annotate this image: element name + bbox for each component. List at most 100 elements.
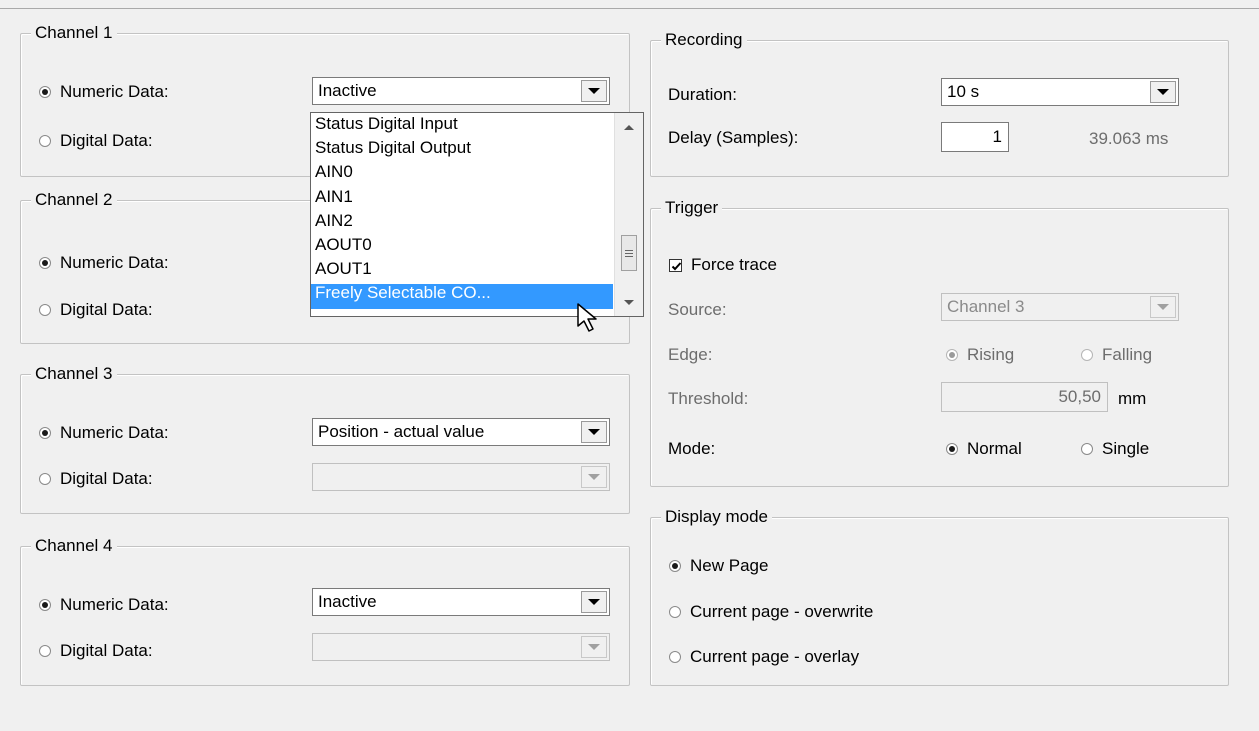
- dropdown-option[interactable]: AIN1: [311, 187, 613, 212]
- display-mode-title: Display mode: [661, 506, 772, 528]
- edge-rising-radio[interactable]: Rising: [946, 343, 1014, 367]
- select-value: 10 s: [947, 82, 980, 101]
- delay-input[interactable]: 1: [941, 122, 1009, 152]
- recording-title: Recording: [661, 29, 747, 51]
- chevron-down-icon: [588, 429, 600, 435]
- mode-normal-radio[interactable]: Normal: [946, 437, 1022, 461]
- threshold-label: Threshold:: [668, 389, 749, 408]
- select-value: Inactive: [318, 81, 377, 100]
- channel-4-title: Channel 4: [31, 535, 117, 557]
- dropdown-button[interactable]: [581, 421, 607, 443]
- radio-icon: [39, 304, 51, 316]
- channel-1-numeric-radio[interactable]: Numeric Data:: [39, 80, 169, 104]
- numeric-label: Numeric Data:: [60, 423, 169, 442]
- dropdown-button[interactable]: [581, 636, 607, 658]
- edge-falling-radio[interactable]: Falling: [1081, 343, 1152, 367]
- radio-icon: [946, 443, 958, 455]
- channel-2-numeric-radio[interactable]: Numeric Data:: [39, 251, 169, 275]
- radio-icon: [39, 427, 51, 439]
- dropdown-option[interactable]: Status Digital Output: [311, 139, 613, 163]
- select-value: Position - actual value: [318, 422, 485, 441]
- duration-select[interactable]: 10 s: [941, 78, 1179, 106]
- threshold-input[interactable]: 50,50: [941, 382, 1108, 412]
- scroll-down-button[interactable]: [615, 288, 643, 316]
- channel-4-numeric-select[interactable]: Inactive: [312, 588, 610, 616]
- digital-label: Digital Data:: [60, 131, 153, 150]
- channel-3-group: Channel 3 Numeric Data: Digital Data: Po…: [20, 363, 630, 514]
- falling-label: Falling: [1102, 345, 1153, 364]
- dropdown-option[interactable]: AIN2: [311, 211, 613, 236]
- channel-1-numeric-select[interactable]: Inactive: [312, 77, 610, 105]
- radio-icon: [1081, 349, 1093, 361]
- digital-label: Digital Data:: [60, 469, 153, 488]
- dropdown-button[interactable]: [581, 466, 607, 488]
- dropdown-option-selected[interactable]: Freely Selectable CO...: [311, 284, 613, 309]
- chevron-down-icon: [1157, 89, 1169, 95]
- dropdown-button[interactable]: [1150, 296, 1176, 318]
- dropdown-button[interactable]: [581, 80, 607, 102]
- mode-label: Mode:: [668, 439, 716, 458]
- force-trace-checkbox[interactable]: Force trace: [669, 253, 777, 277]
- delay-time-readout: 39.063 ms: [1089, 129, 1169, 148]
- radio-icon: [39, 473, 51, 485]
- source-select[interactable]: Channel 3: [941, 293, 1179, 321]
- channel-1-digital-radio[interactable]: Digital Data:: [39, 129, 153, 153]
- chevron-down-icon: [588, 599, 600, 605]
- channel-3-numeric-radio[interactable]: Numeric Data:: [39, 421, 169, 445]
- radio-icon: [39, 86, 51, 98]
- delay-value: 1: [992, 127, 1002, 146]
- channel-3-numeric-select[interactable]: Position - actual value: [312, 418, 610, 446]
- edge-label: Edge:: [668, 345, 713, 364]
- scroll-thumb[interactable]: [621, 235, 637, 271]
- dropdown-scrollbar[interactable]: [614, 113, 643, 316]
- chevron-down-icon: [624, 299, 634, 305]
- channel-2-title: Channel 2: [31, 189, 117, 211]
- dropdown-option[interactable]: Status Digital Input: [311, 114, 613, 139]
- chevron-down-icon: [588, 644, 600, 650]
- channel-1-dropdown-list: Status Digital Input Status Digital Outp…: [310, 112, 644, 317]
- numeric-label: Numeric Data:: [60, 82, 169, 101]
- digital-label: Digital Data:: [60, 300, 153, 319]
- digital-label: Digital Data:: [60, 641, 153, 660]
- channel-1-title: Channel 1: [31, 22, 117, 44]
- source-label: Source:: [668, 300, 727, 319]
- option-label: Current page - overlay: [690, 647, 860, 666]
- checkmark-icon: [669, 258, 682, 272]
- normal-label: Normal: [967, 439, 1022, 458]
- scroll-up-button[interactable]: [615, 113, 643, 141]
- dropdown-option[interactable]: AOUT1: [311, 260, 613, 284]
- dropdown-button[interactable]: [581, 591, 607, 613]
- channel-3-title: Channel 3: [31, 363, 117, 385]
- radio-icon: [39, 645, 51, 657]
- channel-4-digital-select[interactable]: [312, 633, 610, 661]
- display-overwrite-radio[interactable]: Current page - overwrite: [669, 600, 873, 624]
- dropdown-option[interactable]: AOUT0: [311, 235, 613, 260]
- channel-4-digital-radio[interactable]: Digital Data:: [39, 639, 153, 663]
- dropdown-option[interactable]: AIN0: [311, 163, 613, 187]
- delay-label: Delay (Samples):: [668, 128, 799, 147]
- rising-label: Rising: [967, 345, 1015, 364]
- display-overlay-radio[interactable]: Current page - overlay: [669, 645, 859, 669]
- chevron-down-icon: [588, 88, 600, 94]
- numeric-label: Numeric Data:: [60, 253, 169, 272]
- channel-3-digital-select[interactable]: [312, 463, 610, 491]
- mouse-cursor-icon: [577, 303, 597, 332]
- radio-icon: [669, 560, 681, 572]
- select-value: Channel 3: [947, 297, 1025, 316]
- radio-icon: [669, 606, 681, 618]
- mode-single-radio[interactable]: Single: [1081, 437, 1149, 461]
- chevron-down-icon: [1157, 304, 1169, 310]
- numeric-label: Numeric Data:: [60, 595, 169, 614]
- channel-4-numeric-radio[interactable]: Numeric Data:: [39, 593, 169, 617]
- trigger-title: Trigger: [661, 197, 723, 219]
- threshold-unit: mm: [1118, 389, 1147, 408]
- display-new-page-radio[interactable]: New Page: [669, 554, 768, 578]
- dropdown-button[interactable]: [1150, 81, 1176, 103]
- dropdown-items: Status Digital Input Status Digital Outp…: [311, 114, 613, 309]
- chevron-up-icon: [624, 124, 634, 130]
- channel-2-digital-radio[interactable]: Digital Data:: [39, 298, 153, 322]
- channel-3-digital-radio[interactable]: Digital Data:: [39, 467, 153, 491]
- force-trace-label: Force trace: [691, 255, 777, 274]
- option-label: New Page: [690, 556, 769, 575]
- select-value: Inactive: [318, 592, 377, 611]
